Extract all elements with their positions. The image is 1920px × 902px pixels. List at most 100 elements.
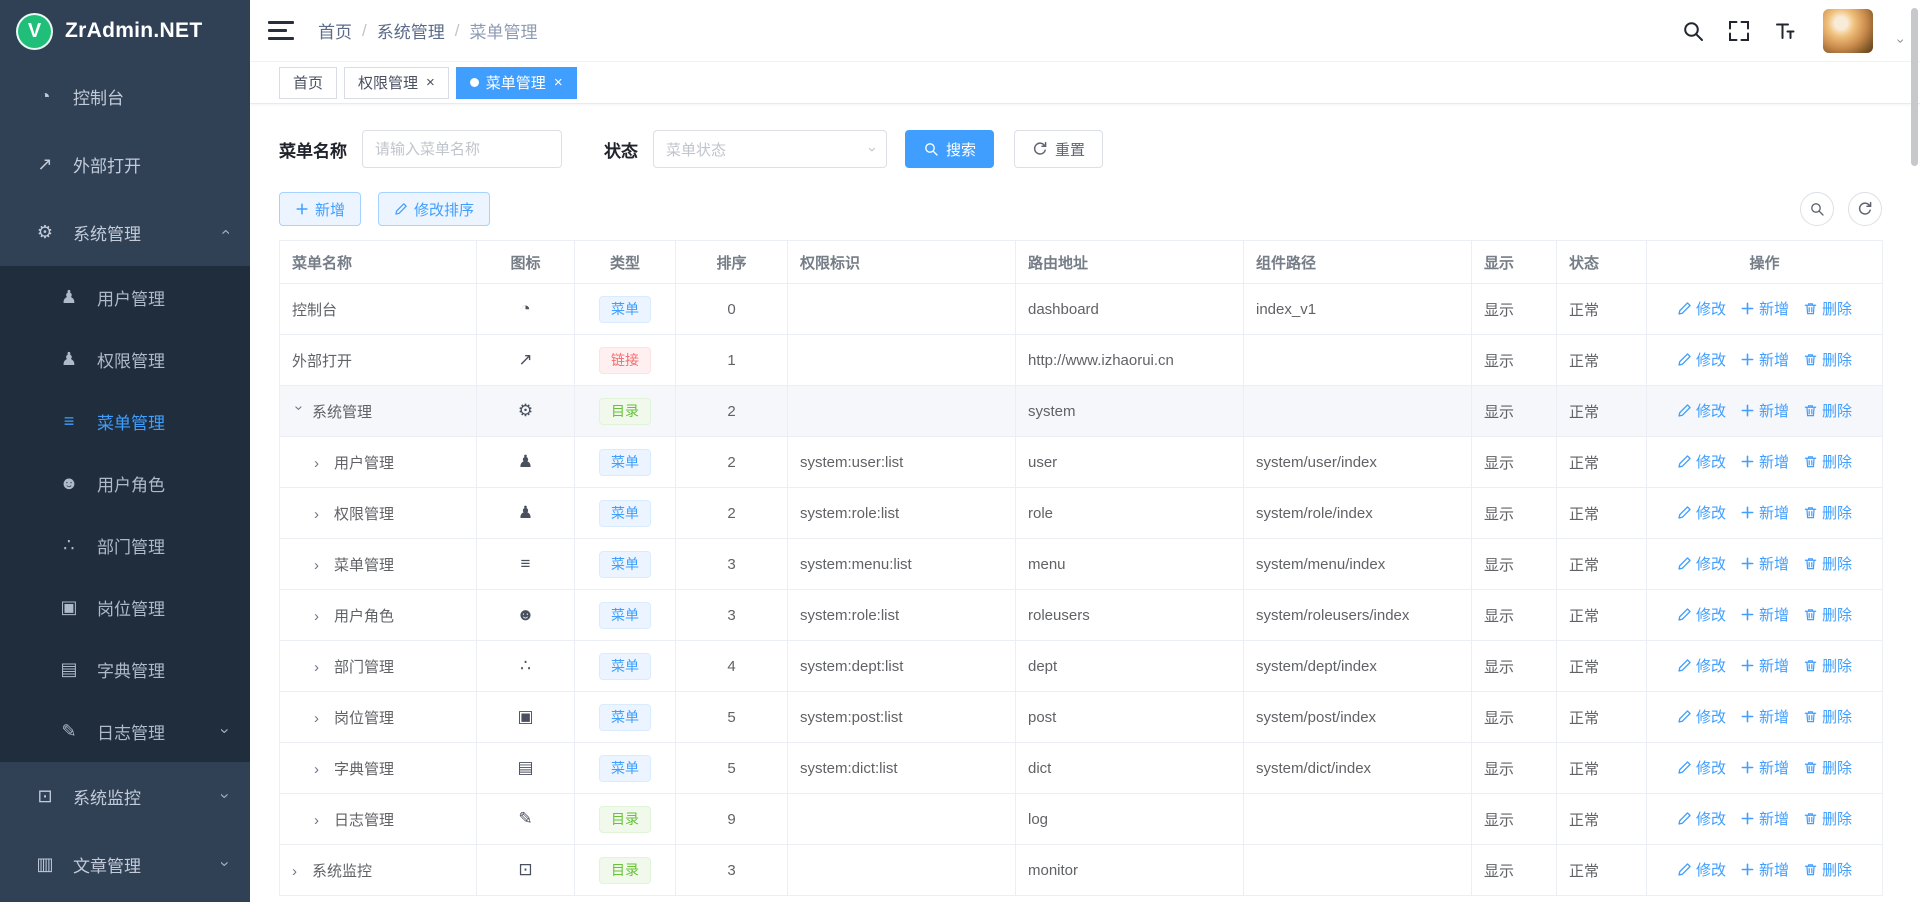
add-link[interactable]: 新增: [1740, 451, 1789, 472]
edit-link[interactable]: 修改: [1677, 553, 1726, 574]
sidebar-item[interactable]: ◔控制台: [0, 62, 250, 130]
scrollbar[interactable]: [1911, 8, 1918, 166]
add-link[interactable]: 新增: [1740, 349, 1789, 370]
expand-arrow-icon[interactable]: ›: [314, 659, 334, 676]
cell-status: 正常: [1557, 386, 1647, 437]
add-link[interactable]: 新增: [1740, 706, 1789, 727]
expand-arrow-icon[interactable]: ›: [314, 812, 334, 829]
expand-arrow-icon[interactable]: ›: [314, 608, 334, 625]
reset-button[interactable]: 重置: [1014, 130, 1103, 168]
fullscreen-icon[interactable]: [1727, 19, 1751, 43]
sidebar-item[interactable]: ▣岗位管理: [0, 576, 250, 638]
delete-link[interactable]: 删除: [1803, 808, 1852, 829]
delete-link[interactable]: 删除: [1803, 604, 1852, 625]
cell-route: roleusers: [1016, 590, 1244, 641]
sidebar-item[interactable]: ☻用户角色: [0, 452, 250, 514]
delete-link[interactable]: 删除: [1803, 451, 1852, 472]
expand-arrow-icon[interactable]: ›: [314, 506, 334, 523]
add-link[interactable]: 新增: [1740, 757, 1789, 778]
add-link[interactable]: 新增: [1740, 553, 1789, 574]
sidebar-item[interactable]: ✎日志管理›: [0, 700, 250, 762]
page-content: 菜单名称 状态 菜单状态 › 搜索 重置 新: [250, 104, 1920, 902]
sidebar-item[interactable]: ▤字典管理: [0, 638, 250, 700]
add-link[interactable]: 新增: [1740, 655, 1789, 676]
edit-link[interactable]: 修改: [1677, 349, 1726, 370]
delete-link[interactable]: 删除: [1803, 655, 1852, 676]
sidebar-item[interactable]: ↗外部打开: [0, 130, 250, 198]
edit-link[interactable]: 修改: [1677, 808, 1726, 829]
breadcrumb-separator: /: [362, 21, 367, 41]
expand-arrow-icon[interactable]: ›: [314, 455, 334, 472]
sidebar-item[interactable]: ▥文章管理›: [0, 830, 250, 898]
cell-type: 菜单: [575, 437, 676, 488]
add-link[interactable]: 新增: [1740, 808, 1789, 829]
search-icon[interactable]: [1681, 19, 1705, 43]
delete-link[interactable]: 删除: [1803, 859, 1852, 880]
table-row: ›字典管理▤菜单5system:dict:listdictsystem/dict…: [280, 743, 1883, 794]
tab-item[interactable]: 首页: [279, 67, 337, 99]
status-select[interactable]: 菜单状态 ›: [653, 130, 887, 168]
dict-book-icon: ▤: [517, 758, 533, 777]
edit-link[interactable]: 修改: [1677, 604, 1726, 625]
expand-arrow-icon[interactable]: ›: [292, 863, 312, 880]
edit-link[interactable]: 修改: [1677, 859, 1726, 880]
add-link[interactable]: 新增: [1740, 502, 1789, 523]
cell-type: 目录: [575, 386, 676, 437]
sidebar-item[interactable]: ≡菜单管理: [0, 390, 250, 452]
tab-item[interactable]: 权限管理×: [344, 67, 449, 99]
search-button[interactable]: 搜索: [905, 130, 994, 168]
edit-link[interactable]: 修改: [1677, 655, 1726, 676]
sidebar-item[interactable]: ∴部门管理: [0, 514, 250, 576]
add-link[interactable]: 新增: [1740, 604, 1789, 625]
table-refresh-button[interactable]: [1848, 192, 1882, 226]
menu-name-label: 菜单名称: [279, 137, 347, 162]
cell-route: dashboard: [1016, 284, 1244, 335]
cell-component: [1244, 386, 1472, 437]
user-avatar[interactable]: [1823, 9, 1873, 53]
sidebar-item[interactable]: ⊡系统监控›: [0, 762, 250, 830]
add-button[interactable]: 新增: [279, 192, 361, 226]
breadcrumb-item[interactable]: 首页: [318, 18, 352, 43]
edit-link[interactable]: 修改: [1677, 400, 1726, 421]
delete-link[interactable]: 删除: [1803, 553, 1852, 574]
edit-link[interactable]: 修改: [1677, 451, 1726, 472]
expand-arrow-icon[interactable]: ›: [314, 710, 334, 727]
sidebar-item[interactable]: ♟权限管理: [0, 328, 250, 390]
tab-item[interactable]: 菜单管理×: [456, 67, 577, 99]
add-link[interactable]: 新增: [1740, 298, 1789, 319]
tab-label: 首页: [293, 72, 323, 93]
delete-link[interactable]: 删除: [1803, 757, 1852, 778]
tab-close-icon[interactable]: ×: [554, 75, 563, 90]
cell-menu-name: ›日志管理: [280, 794, 477, 845]
delete-link[interactable]: 删除: [1803, 706, 1852, 727]
font-size-icon[interactable]: [1773, 19, 1797, 43]
column-header: 图标: [477, 241, 575, 284]
sort-edit-button[interactable]: 修改排序: [378, 192, 490, 226]
avatar-caret-icon[interactable]: ›: [1886, 38, 1910, 43]
edit-link[interactable]: 修改: [1677, 706, 1726, 727]
cell-status: 正常: [1557, 539, 1647, 590]
cell-perm: system:role:list: [788, 590, 1016, 641]
table-search-button[interactable]: [1800, 192, 1834, 226]
edit-link[interactable]: 修改: [1677, 298, 1726, 319]
breadcrumb-item[interactable]: 系统管理: [377, 18, 445, 43]
delete-link[interactable]: 删除: [1803, 400, 1852, 421]
menu-name-input[interactable]: [362, 130, 562, 168]
post-badge-icon: ▣: [56, 597, 82, 618]
edit-link[interactable]: 修改: [1677, 502, 1726, 523]
add-link[interactable]: 新增: [1740, 400, 1789, 421]
sidebar-item[interactable]: ⚙系统管理›: [0, 198, 250, 266]
edit-link[interactable]: 修改: [1677, 757, 1726, 778]
collapse-arrow-icon[interactable]: ›: [291, 405, 308, 419]
delete-link[interactable]: 删除: [1803, 349, 1852, 370]
sidebar-item[interactable]: ♟用户管理: [0, 266, 250, 328]
cell-ops: 修改新增删除: [1647, 794, 1883, 845]
chevron-down-icon: ›: [215, 793, 235, 799]
delete-link[interactable]: 删除: [1803, 502, 1852, 523]
add-link[interactable]: 新增: [1740, 859, 1789, 880]
expand-arrow-icon[interactable]: ›: [314, 761, 334, 778]
expand-arrow-icon[interactable]: ›: [314, 557, 334, 574]
delete-link[interactable]: 删除: [1803, 298, 1852, 319]
hamburger-icon[interactable]: [268, 21, 294, 40]
tab-close-icon[interactable]: ×: [426, 75, 435, 90]
